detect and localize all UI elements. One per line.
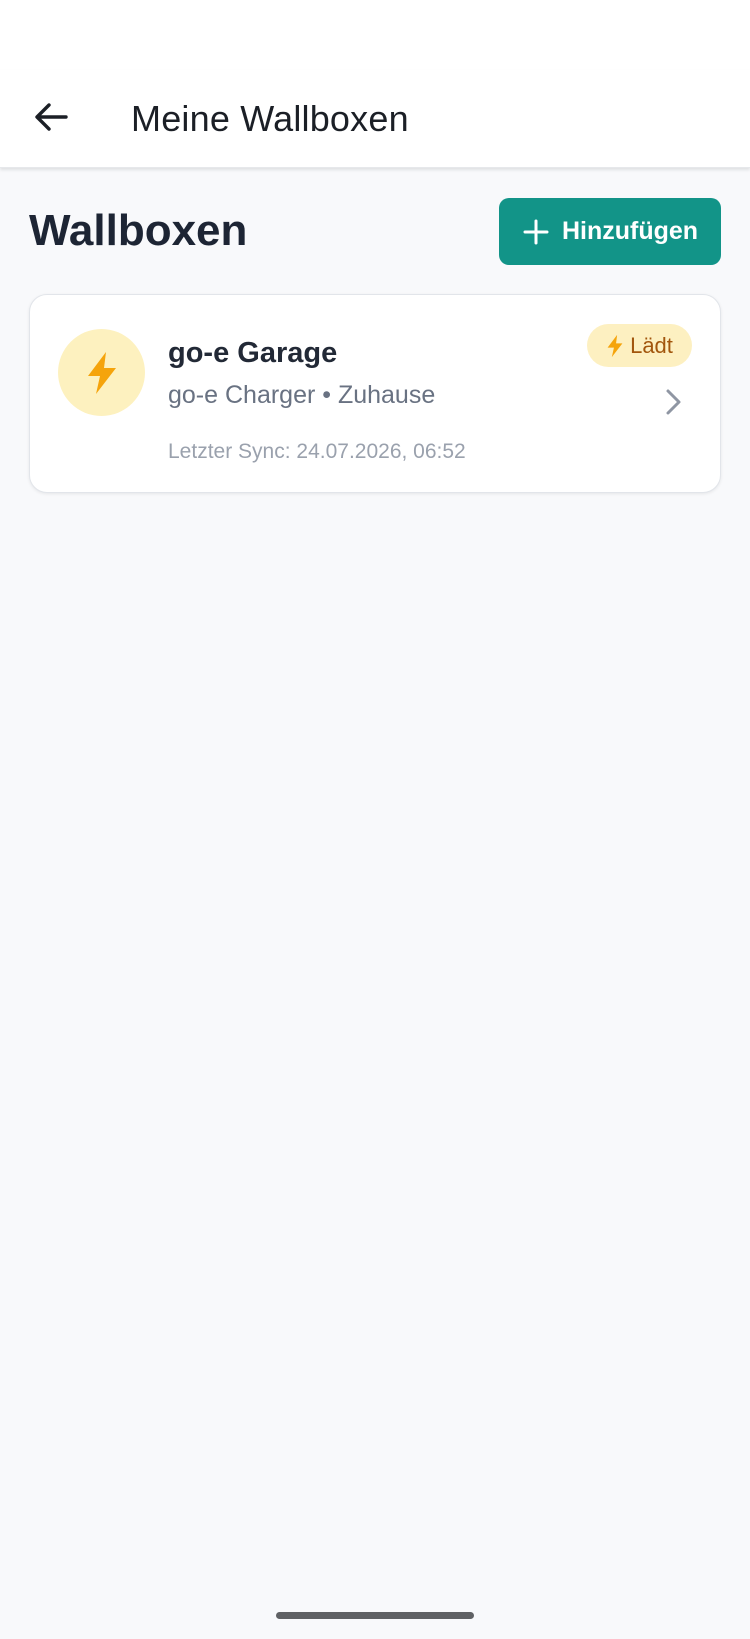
back-button[interactable] [26,92,76,142]
lightning-bolt-icon [607,334,623,357]
status-badge-label: Lädt [630,332,673,358]
status-badge: Lädt [587,324,692,367]
add-wallbox-button[interactable]: Hinzufügen [499,198,721,265]
section-title: Wallboxen [29,206,248,255]
arrow-left-icon [35,103,68,131]
wallbox-subtitle: go-e Charger • Zuhause [168,381,436,409]
plus-icon [522,218,550,246]
status-bar [0,0,750,70]
wallbox-card[interactable]: go-e Garage go-e Charger • Zuhause Letzt… [29,294,721,493]
wallbox-avatar [58,329,145,416]
home-indicator[interactable] [276,1612,474,1619]
lightning-bolt-icon [87,351,116,394]
chevron-right-icon [662,387,686,417]
wallbox-last-sync: Letzter Sync: 24.07.2026, 06:52 [168,440,466,463]
app-bar: Meine Wallboxen [0,70,750,168]
page-title: Meine Wallboxen [131,98,409,139]
add-button-label: Hinzufügen [561,217,699,245]
wallbox-name: go-e Garage [168,337,338,369]
